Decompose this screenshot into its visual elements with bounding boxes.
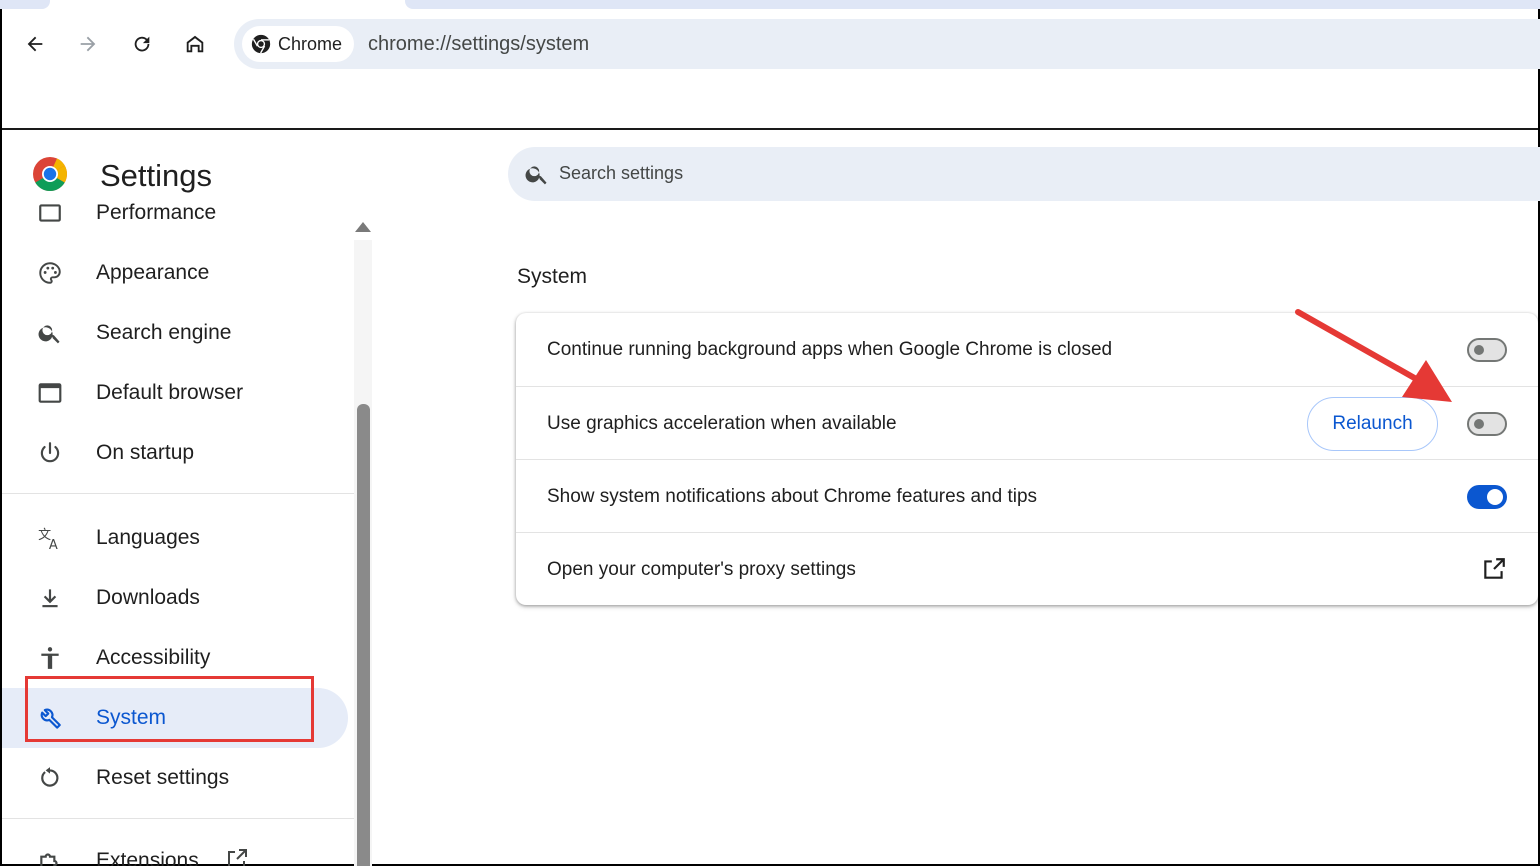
- toggle-knob: [1474, 345, 1484, 355]
- sidebar-item-languages[interactable]: 文A Languages: [2, 508, 354, 568]
- sidebar-item-label: Default browser: [96, 381, 244, 404]
- toggle-knob: [1474, 419, 1484, 429]
- external-link-icon[interactable]: [1481, 556, 1507, 582]
- url-text[interactable]: chrome://settings/system: [368, 33, 589, 56]
- browser-toolbar: Chrome chrome://settings/system: [2, 9, 1540, 130]
- puzzle-icon: [36, 847, 64, 866]
- annotation-highlight-box: [25, 676, 314, 742]
- setting-row-proxy-settings[interactable]: Open your computer's proxy settings: [516, 532, 1538, 605]
- sidebar-item-label: Appearance: [96, 261, 210, 284]
- setting-label: Use graphics acceleration when available: [547, 413, 897, 434]
- sidebar-item-extensions[interactable]: Extensions: [2, 831, 354, 866]
- translate-icon: 文A: [36, 524, 64, 552]
- power-icon: [36, 439, 64, 467]
- scrollbar-thumb[interactable]: [357, 404, 370, 866]
- background-apps-toggle[interactable]: [1467, 338, 1507, 362]
- sidebar-item-search-engine[interactable]: Search engine: [2, 303, 354, 363]
- sidebar-item-appearance[interactable]: Appearance: [2, 243, 354, 303]
- sidebar-item-label: Downloads: [96, 586, 200, 609]
- download-icon: [36, 584, 64, 612]
- sidebar-item-label: Accessibility: [96, 646, 211, 669]
- sidebar-item-label: Reset settings: [96, 766, 230, 789]
- tab-strip-left: [0, 0, 50, 9]
- sidebar-item-label: Extensions: [96, 849, 199, 866]
- home-icon: [186, 35, 204, 53]
- setting-label: Continue running background apps when Go…: [547, 339, 1113, 360]
- sidebar-divider: [2, 493, 354, 494]
- sidebar-divider: [2, 818, 354, 819]
- search-icon: [36, 319, 64, 347]
- reload-button[interactable]: [127, 29, 157, 59]
- tab-strip-right: [405, 0, 1540, 9]
- svg-text:A: A: [49, 538, 58, 551]
- forward-arrow-icon: [80, 36, 96, 52]
- section-title: System: [517, 265, 588, 288]
- site-chip[interactable]: Chrome: [242, 26, 355, 62]
- chrome-icon: [251, 34, 271, 54]
- scroll-up-arrow[interactable]: [355, 222, 371, 232]
- browser-window-icon: [36, 379, 64, 407]
- search-placeholder: Search settings: [559, 163, 684, 183]
- forward-button[interactable]: [73, 29, 103, 59]
- search-icon: [525, 166, 547, 185]
- gauge-icon: [36, 203, 64, 227]
- sidebar-item-on-startup[interactable]: On startup: [2, 423, 354, 483]
- page-title: Settings: [100, 158, 213, 193]
- toggle-knob: [1487, 489, 1503, 505]
- sidebar-item-label: Performance: [96, 203, 217, 224]
- reset-icon: [36, 764, 64, 792]
- sidebar-item-performance[interactable]: Performance: [2, 203, 354, 243]
- sidebar-item-downloads[interactable]: Downloads: [2, 568, 354, 628]
- annotation-arrow: [1295, 309, 1452, 402]
- setting-row-system-notifications[interactable]: Show system notifications about Chrome f…: [516, 459, 1538, 532]
- sidebar-item-label: Search engine: [96, 321, 232, 344]
- sidebar-item-label: On startup: [96, 441, 195, 464]
- sidebar-item-default-browser[interactable]: Default browser: [2, 363, 354, 423]
- sidebar-item-label: Languages: [96, 526, 200, 549]
- back-button[interactable]: [20, 29, 50, 59]
- back-arrow-icon: [27, 36, 43, 52]
- system-notifications-toggle[interactable]: [1467, 485, 1507, 509]
- sidebar-item-reset-settings[interactable]: Reset settings: [2, 748, 354, 808]
- chrome-logo: [33, 157, 67, 191]
- site-chip-label: Chrome: [278, 33, 343, 54]
- home-button[interactable]: [180, 29, 210, 59]
- address-bar[interactable]: Chrome chrome://settings/system: [234, 19, 1540, 69]
- graphics-acceleration-toggle[interactable]: [1467, 412, 1507, 436]
- palette-icon: [36, 259, 64, 287]
- setting-label: Show system notifications about Chrome f…: [547, 486, 1038, 507]
- accessibility-icon: [36, 644, 64, 672]
- open-in-new-icon: [228, 849, 247, 866]
- reload-icon: [134, 36, 150, 52]
- search-settings-input[interactable]: Search settings: [508, 147, 1540, 201]
- setting-label: Open your computer's proxy settings: [547, 559, 856, 580]
- settings-sidebar: Performance Appearance Search engine Def…: [2, 203, 354, 866]
